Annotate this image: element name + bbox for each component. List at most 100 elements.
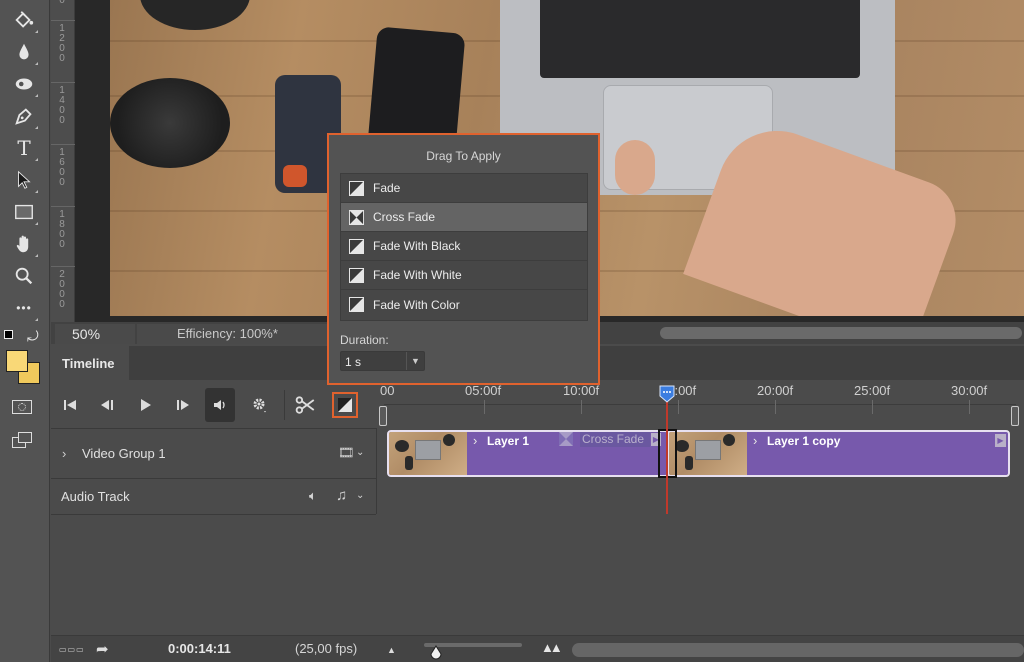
fade-icon	[349, 238, 364, 254]
transitions-button[interactable]	[332, 392, 358, 418]
clip-end-arrow-icon[interactable]: ▶	[995, 434, 1006, 447]
fade-icon	[349, 267, 364, 283]
ruler-tick	[51, 144, 75, 145]
timeline-zoom-slider-thumb[interactable]	[429, 645, 443, 661]
more-tools-button[interactable]: •••	[10, 294, 38, 322]
transition-item-label: Cross Fade	[373, 210, 436, 224]
blur-tool[interactable]	[10, 38, 38, 66]
zoom-tool[interactable]	[10, 262, 38, 290]
transition-item-fade[interactable]: Fade	[341, 174, 587, 203]
photo-lens	[110, 78, 230, 168]
time-label: 10:00f	[563, 383, 600, 398]
timeline-horizontal-scrollbar[interactable]	[572, 643, 1024, 657]
magnifier-icon	[15, 267, 33, 285]
dodge-tool[interactable]	[10, 70, 38, 98]
default-fg-swatch	[4, 330, 13, 339]
ruler-label: 2000	[59, 269, 65, 310]
work-area-start-handle[interactable]	[379, 406, 387, 426]
foreground-color-swatch[interactable]	[6, 350, 28, 372]
ruler-tick	[51, 82, 75, 83]
transition-label[interactable]: Cross Fade	[580, 432, 650, 447]
render-video-icon[interactable]: ➦	[96, 640, 109, 658]
zoom-level-field[interactable]: 50%	[55, 324, 135, 344]
clip-label: Layer 1	[487, 434, 530, 448]
submenu-indicator	[35, 254, 38, 257]
tools-panel: T ••• ⤾	[0, 0, 50, 662]
transition-list: Fade Cross Fade Fade With Black Fade Wit…	[340, 173, 588, 321]
next-frame-button[interactable]	[168, 388, 198, 422]
ruler-tick	[51, 206, 75, 207]
arrow-cursor-icon	[18, 170, 31, 189]
playback-settings-button[interactable]	[244, 388, 274, 422]
screen-mode-icon-front	[18, 432, 32, 443]
clip-expand-chevron[interactable]: ›	[753, 433, 757, 448]
pen-tool[interactable]	[10, 102, 38, 130]
paint-bucket-tool[interactable]	[10, 6, 38, 34]
ruler-tick	[51, 20, 75, 21]
speaker-icon[interactable]: 🔈︎	[309, 488, 317, 504]
zoom-in-timeline-icon[interactable]: ▲▲	[541, 640, 563, 655]
submenu-indicator	[35, 126, 38, 129]
step-forward-icon	[177, 400, 189, 410]
previous-frame-button[interactable]	[92, 388, 122, 422]
transition-item-fade-with-black[interactable]: Fade With Black	[341, 232, 587, 261]
gear-icon	[253, 398, 266, 413]
water-drop-icon	[19, 43, 29, 60]
quick-mask-button[interactable]	[12, 400, 32, 414]
submenu-indicator	[35, 190, 38, 193]
transition-item-fade-with-color[interactable]: Fade With Color	[341, 290, 587, 319]
current-timecode: 0:00:14:11	[168, 641, 231, 656]
screen-mode-button[interactable]	[12, 432, 34, 450]
time-label: 20:00f	[757, 383, 794, 398]
submenu-indicator	[35, 62, 38, 65]
ruler-tick	[51, 266, 75, 267]
path-selection-tool[interactable]	[10, 166, 38, 194]
audio-track-lane[interactable]	[377, 478, 1024, 514]
transition-item-cross-fade[interactable]: Cross Fade	[341, 203, 587, 232]
rectangle-tool[interactable]	[10, 198, 38, 226]
render-frames-icon[interactable]: ▭▭▭	[59, 645, 85, 654]
chevron-down-icon[interactable]: ⌄	[356, 447, 364, 458]
go-to-first-frame-button[interactable]	[55, 388, 85, 422]
work-area-end-handle[interactable]	[1011, 406, 1019, 426]
fade-icon	[349, 180, 364, 196]
expand-track-chevron[interactable]: ›	[62, 446, 66, 461]
split-at-playhead-button[interactable]	[290, 388, 320, 422]
duration-select[interactable]: 1 s ▼	[340, 351, 425, 371]
photo-finger	[615, 140, 655, 195]
play-button[interactable]	[130, 388, 160, 422]
paint-bucket-icon	[15, 11, 34, 28]
clip-label: Layer 1 copy	[767, 434, 841, 448]
film-icon[interactable]: 🎞︎	[338, 445, 355, 461]
clip-thumbnail	[389, 432, 467, 475]
submenu-indicator	[35, 30, 38, 33]
mute-audio-button[interactable]	[205, 388, 235, 422]
play-icon	[141, 399, 151, 411]
default-colors-button[interactable]	[4, 330, 18, 344]
music-note-icon[interactable]: ♫	[336, 487, 347, 504]
chevron-down-icon[interactable]: ⌄	[356, 490, 364, 501]
canvas-horizontal-scrollbar[interactable]	[660, 327, 1022, 339]
zoom-out-timeline-icon[interactable]: ▲	[387, 645, 396, 655]
cross-fade-icon	[349, 209, 364, 225]
tab-timeline[interactable]: Timeline	[51, 346, 129, 380]
transition-item-fade-with-white[interactable]: Fade With White	[341, 261, 587, 290]
hand-tool[interactable]	[10, 230, 38, 258]
clip-layer-1-copy[interactable]: › Layer 1 copy ▶	[667, 430, 1010, 477]
clip-expand-chevron[interactable]: ›	[473, 433, 477, 448]
track-name-audio[interactable]: Audio Track	[61, 489, 130, 504]
photo-lens-top	[140, 0, 250, 30]
track-separator	[51, 428, 376, 429]
swap-colors-icon[interactable]: ⤾	[27, 328, 39, 345]
fade-icon	[349, 297, 364, 312]
time-tick	[775, 400, 776, 414]
type-tool[interactable]: T	[10, 134, 38, 162]
frame-rate: (25,00 fps)	[295, 641, 358, 656]
transitions-popover: Drag To Apply Fade Cross Fade Fade With …	[327, 133, 600, 385]
chevron-down-icon[interactable]: ▼	[406, 352, 424, 370]
playhead-handle[interactable]	[659, 385, 675, 403]
track-name-video-group[interactable]: Video Group 1	[82, 446, 166, 461]
efficiency-readout[interactable]: Efficiency: 100%*	[137, 324, 327, 344]
step-back-icon	[101, 400, 113, 410]
scissors-icon	[295, 396, 315, 414]
